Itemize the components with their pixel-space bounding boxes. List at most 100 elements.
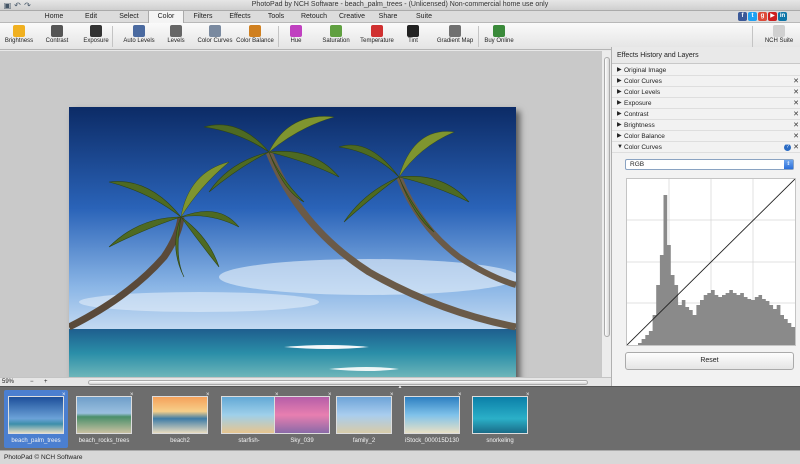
temperature-button[interactable]: Temperature (358, 25, 396, 49)
collapsed-icon[interactable]: ▶ (617, 87, 622, 98)
vertical-scroll-thumb[interactable] (604, 57, 610, 337)
tab-filters[interactable]: Filters (184, 11, 222, 23)
reset-button[interactable]: Reset (625, 352, 794, 370)
tint-button[interactable]: Tint (404, 25, 422, 49)
close-thumbnail-icon[interactable]: × (62, 392, 68, 398)
image-canvas[interactable] (0, 51, 601, 420)
ribbon-label: Levels (167, 38, 185, 44)
saturation-icon (330, 25, 342, 37)
collapsed-icon[interactable]: ▶ (617, 65, 622, 76)
close-thumbnail-icon[interactable]: × (130, 392, 136, 398)
ribbon-label: Gradient Map (436, 38, 474, 44)
gradient-map-icon (449, 25, 461, 37)
gradient-map-button[interactable]: Gradient Map (436, 25, 474, 49)
ribbon-label: Contrast (45, 38, 69, 44)
layer-item[interactable]: ▼ Color Curves? ✕ (612, 142, 800, 153)
tab-creative[interactable]: Creative (334, 11, 370, 23)
layer-item[interactable]: ▶ Exposure ✕ (612, 98, 800, 109)
collapsed-icon[interactable]: ▶ (617, 131, 622, 142)
layer-item[interactable]: ▶ Color Levels ✕ (612, 87, 800, 98)
contrast-icon (51, 25, 63, 37)
levels-button[interactable]: Levels (164, 25, 188, 49)
exposure-button[interactable]: Exposure (80, 25, 112, 49)
remove-effect-icon[interactable]: ✕ (793, 120, 799, 131)
thumbnail-image (221, 396, 277, 434)
close-thumbnail-icon[interactable]: × (458, 392, 464, 398)
horizontal-scroll-thumb[interactable] (88, 380, 588, 385)
nch-suite-button[interactable]: NCH Suite (762, 25, 796, 49)
thumbnail-image (8, 396, 64, 434)
image-thumbnail[interactable]: snorkeling × (468, 390, 532, 448)
close-thumbnail-icon[interactable]: × (390, 392, 396, 398)
layer-label: Color Levels (624, 89, 661, 96)
layer-label: Original Image (624, 67, 667, 74)
image-thumbnail[interactable]: beach_rocks_trees × (72, 390, 136, 448)
remove-effect-icon[interactable]: ✕ (793, 109, 799, 120)
twitter-icon[interactable]: t (748, 12, 757, 21)
ribbon-label: Color Curves (197, 38, 233, 44)
color-curves-graph[interactable] (626, 178, 796, 346)
brightness-button[interactable]: Brightness (2, 25, 36, 49)
buy-online-button[interactable]: Buy Online (482, 25, 516, 49)
tab-color[interactable]: Color (148, 10, 184, 23)
linkedin-icon[interactable]: in (778, 12, 787, 21)
contrast-button[interactable]: Contrast (42, 25, 72, 49)
ribbon-label: Auto Levels (123, 38, 155, 44)
ribbon-label: Buy Online (484, 38, 514, 44)
tab-suite[interactable]: Suite (406, 11, 442, 23)
status-bar: PhotoPad © NCH Software (0, 450, 800, 464)
collapsed-icon[interactable]: ▶ (617, 109, 622, 120)
remove-effect-icon[interactable]: ✕ (793, 76, 799, 87)
layer-item[interactable]: ▶ Contrast ✕ (612, 109, 800, 120)
saturation-button[interactable]: Saturation (320, 25, 352, 49)
tab-edit[interactable]: Edit (72, 11, 110, 23)
channel-select[interactable]: RGB ⇕ (625, 159, 794, 170)
auto-levels-button[interactable]: Auto Levels (120, 25, 158, 49)
tint-icon (407, 25, 419, 37)
color-curves-button[interactable]: Color Curves (196, 25, 234, 49)
expanded-icon[interactable]: ▼ (617, 142, 623, 153)
layer-item[interactable]: ▶ Brightness ✕ (612, 120, 800, 131)
help-icon[interactable]: ? (784, 144, 791, 151)
strip-collapse-handle[interactable]: ▲ (396, 385, 404, 390)
curves-icon (209, 25, 221, 37)
tab-effects[interactable]: Effects (222, 11, 258, 23)
layer-label: Exposure (624, 100, 652, 107)
tab-share[interactable]: Share (370, 11, 406, 23)
canvas-bottom-bar: 59% − + (0, 377, 611, 386)
exposure-icon (90, 25, 102, 37)
googleplus-icon[interactable]: g (758, 12, 767, 21)
image-thumbnail[interactable]: iStock_000015D130 × (400, 390, 464, 448)
color-toolbar: Brightness Contrast Exposure Auto Levels Lev… (0, 23, 800, 50)
remove-effect-icon[interactable]: ✕ (793, 131, 799, 142)
color-balance-button[interactable]: Color Balance (236, 25, 274, 49)
tab-retouch[interactable]: Retouch (294, 11, 334, 23)
youtube-icon[interactable]: ▶ (768, 12, 777, 21)
collapsed-icon[interactable]: ▶ (617, 120, 622, 131)
close-thumbnail-icon[interactable]: × (206, 392, 212, 398)
layer-item[interactable]: ▶ Original Image (612, 65, 800, 76)
tab-tools[interactable]: Tools (258, 11, 294, 23)
layer-label: Brightness (624, 122, 655, 129)
image-thumbnail[interactable]: Sky_039 × (270, 390, 334, 448)
image-thumbnail[interactable]: beach_palm_trees × (4, 390, 68, 448)
remove-effect-icon[interactable]: ✕ (793, 87, 799, 98)
ribbon-label: Temperature (360, 38, 394, 44)
remove-effect-icon[interactable]: ✕ (793, 98, 799, 109)
layer-item[interactable]: ▶ Color Curves ✕ (612, 76, 800, 87)
remove-effect-icon[interactable]: ✕ (793, 142, 799, 153)
vertical-scrollbar[interactable] (601, 51, 611, 377)
image-thumbnail[interactable]: family_2 × (332, 390, 396, 448)
layer-item[interactable]: ▶ Color Balance ✕ (612, 131, 800, 142)
hue-button[interactable]: Hue (286, 25, 306, 49)
tab-select[interactable]: Select (110, 11, 148, 23)
image-thumbnail[interactable]: beach2 × (148, 390, 212, 448)
collapsed-icon[interactable]: ▶ (617, 76, 622, 87)
hue-icon (290, 25, 302, 37)
facebook-icon[interactable]: f (738, 12, 747, 21)
photo-beach-palm-trees[interactable] (69, 107, 516, 420)
levels-icon (170, 25, 182, 37)
collapsed-icon[interactable]: ▶ (617, 98, 622, 109)
close-thumbnail-icon[interactable]: × (526, 392, 532, 398)
tab-home[interactable]: Home (36, 11, 72, 23)
